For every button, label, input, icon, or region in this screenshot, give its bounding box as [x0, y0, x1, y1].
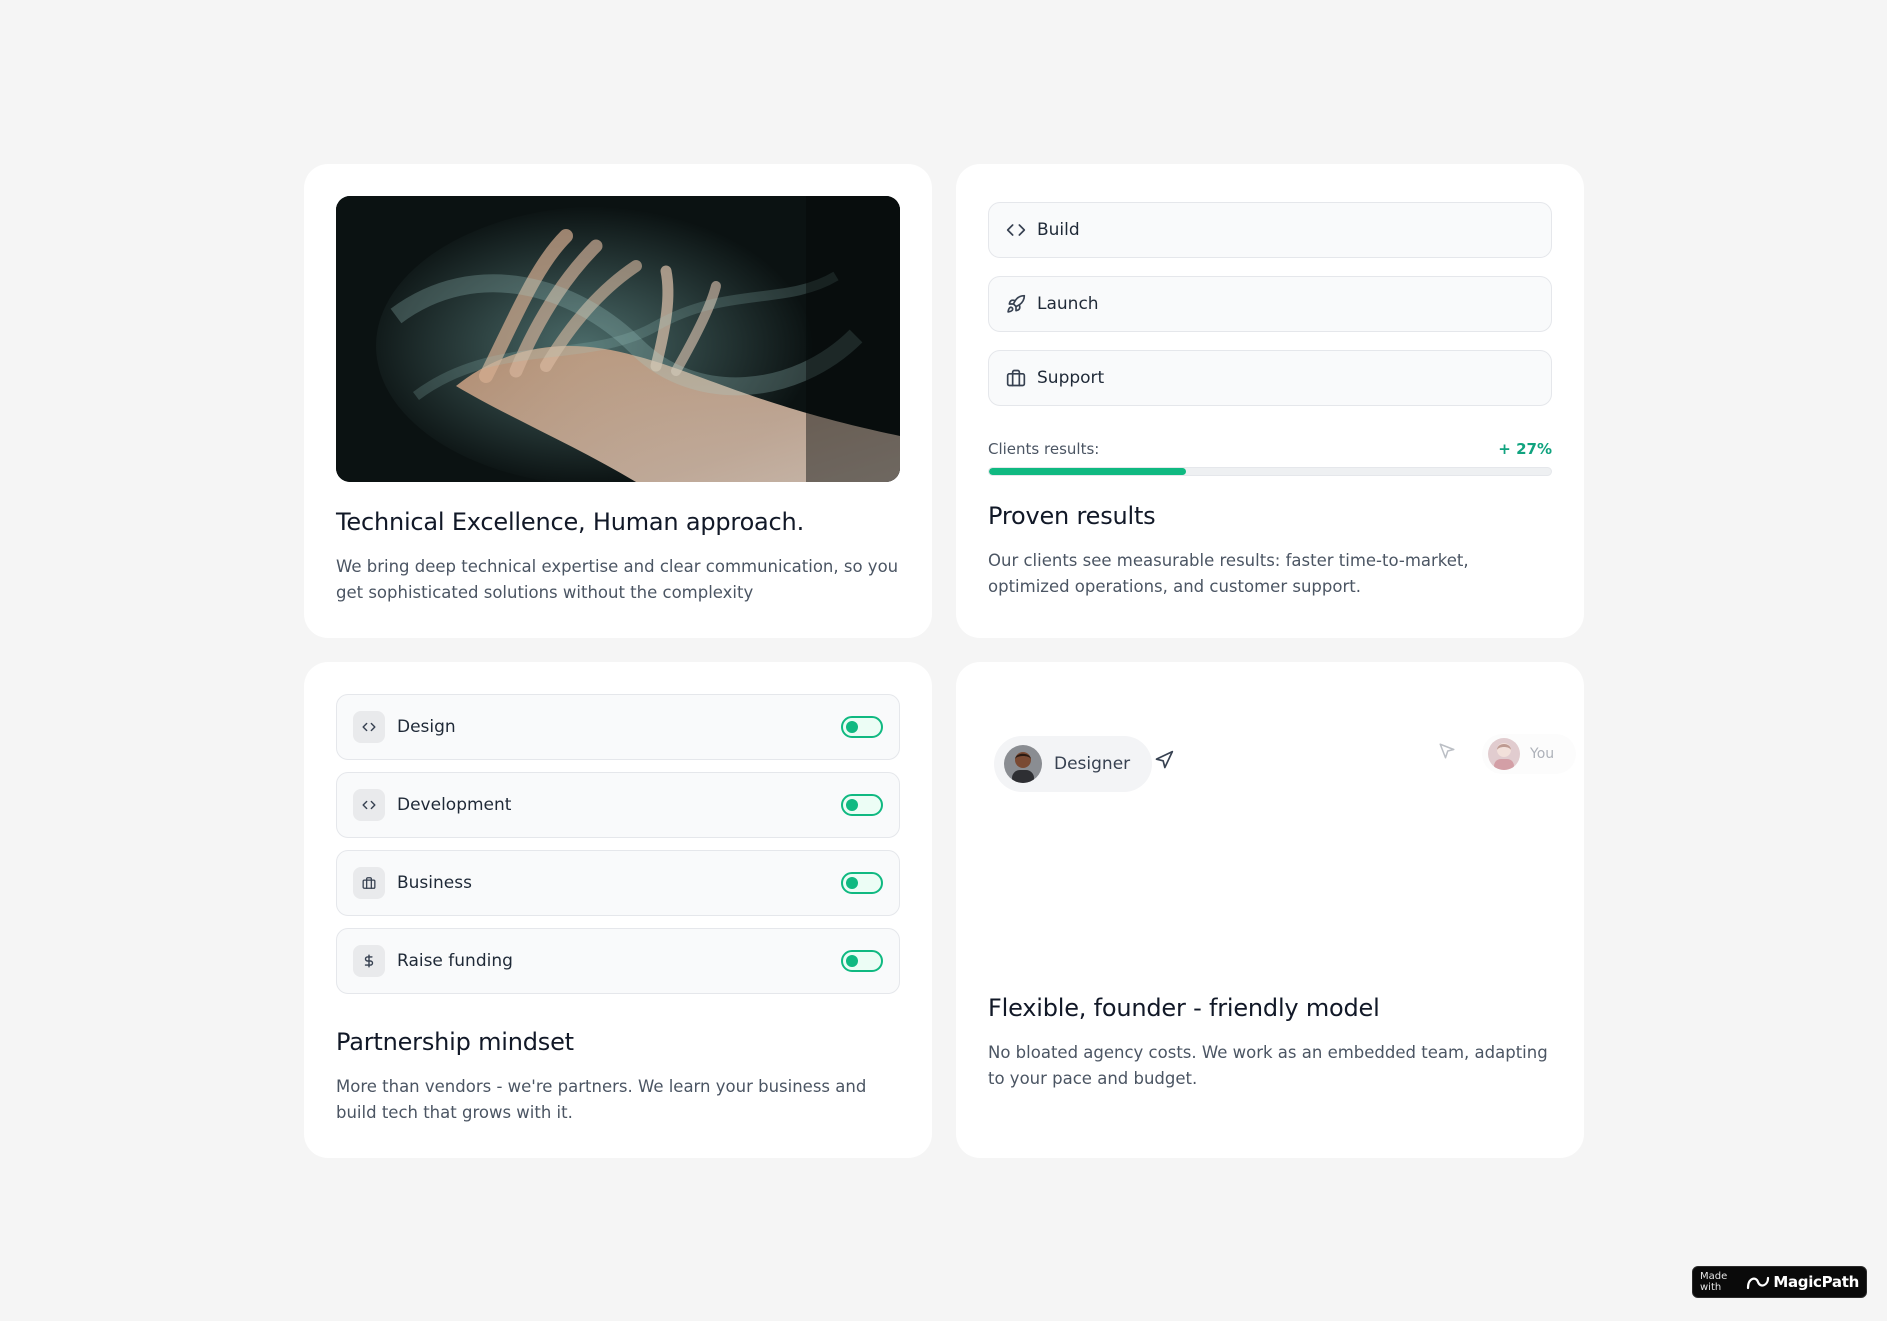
progress-label: Clients results:: [988, 440, 1100, 458]
flex-card: Designer You Flexible, founder - friendl…: [956, 662, 1584, 1158]
designer-label: Designer: [1054, 754, 1131, 774]
step-build[interactable]: Build: [988, 202, 1552, 258]
progress-header: Clients results: + 27%: [988, 440, 1552, 458]
progress-value: + 27%: [1498, 440, 1552, 458]
step-label: Support: [1037, 368, 1105, 388]
toggle-row-development[interactable]: Development: [336, 772, 900, 838]
business-toggle-switch[interactable]: [841, 872, 883, 894]
you-avatar: [1488, 738, 1520, 770]
code-icon: [1005, 219, 1027, 241]
results-card-text: Our clients see measurable results: fast…: [988, 551, 1469, 596]
toggle-row-raise-funding[interactable]: Raise funding: [336, 928, 900, 994]
code-icon: [353, 789, 385, 821]
partner-card: Design Development Business Raise fundin…: [304, 662, 932, 1158]
you-label: You: [1530, 746, 1555, 762]
toggle-knob: [846, 955, 858, 967]
made-with-label: Made with: [1700, 1271, 1728, 1293]
partner-card-text: More than vendors - we're partners. We l…: [336, 1077, 867, 1122]
briefcase-icon: [1005, 367, 1027, 389]
magicpath-logo-icon: [1747, 1276, 1770, 1290]
tech-card: Technical Excellence, Human approach. We…: [304, 164, 932, 638]
collaboration-area: Designer You: [988, 694, 1577, 994]
partner-card-title: Partnership mindset: [336, 1028, 574, 1056]
toggle-label: Design: [397, 717, 456, 737]
designer-avatar: [1004, 745, 1042, 783]
toggle-knob: [846, 877, 858, 889]
steps-list: Build Launch Support: [988, 202, 1552, 406]
results-card: Build Launch Support Clients results: + …: [956, 164, 1584, 638]
step-label: Build: [1037, 220, 1080, 240]
dollar-icon: [353, 945, 385, 977]
toggle-knob: [846, 721, 858, 733]
toggle-label: Raise funding: [397, 951, 513, 971]
cursor-pointer-icon: [1438, 742, 1456, 764]
raise-funding-toggle-switch[interactable]: [841, 950, 883, 972]
flex-card-title: Flexible, founder - friendly model: [988, 994, 1380, 1022]
toggle-label: Business: [397, 873, 472, 893]
designer-chip: Designer: [994, 736, 1153, 792]
toggle-label: Development: [397, 795, 512, 815]
toggle-knob: [846, 799, 858, 811]
design-toggle-switch[interactable]: [841, 716, 883, 738]
magicpath-logo: MagicPath: [1746, 1273, 1859, 1291]
step-launch[interactable]: Launch: [988, 276, 1552, 332]
toggle-row-business[interactable]: Business: [336, 850, 900, 916]
flex-card-text: No bloated agency costs. We work as an e…: [988, 1043, 1548, 1088]
step-support[interactable]: Support: [988, 350, 1552, 406]
toggle-row-design[interactable]: Design: [336, 694, 900, 760]
progress-track: [988, 467, 1552, 476]
cursor-arrow-icon: [1154, 750, 1174, 774]
step-label: Launch: [1037, 294, 1099, 314]
results-card-title: Proven results: [988, 502, 1156, 530]
progress-fill: [989, 468, 1186, 475]
briefcase-icon: [353, 867, 385, 899]
hands-smoke-image: [336, 196, 900, 482]
tech-card-text: We bring deep technical expertise and cl…: [336, 557, 899, 602]
development-toggle-switch[interactable]: [841, 794, 883, 816]
rocket-icon: [1005, 293, 1027, 315]
magicpath-brand: MagicPath: [1773, 1273, 1859, 1291]
you-chip: You: [1482, 734, 1577, 774]
tech-card-title: Technical Excellence, Human approach.: [336, 508, 804, 536]
code-icon: [353, 711, 385, 743]
made-with-magicpath-badge[interactable]: Made with MagicPath: [1692, 1266, 1867, 1298]
